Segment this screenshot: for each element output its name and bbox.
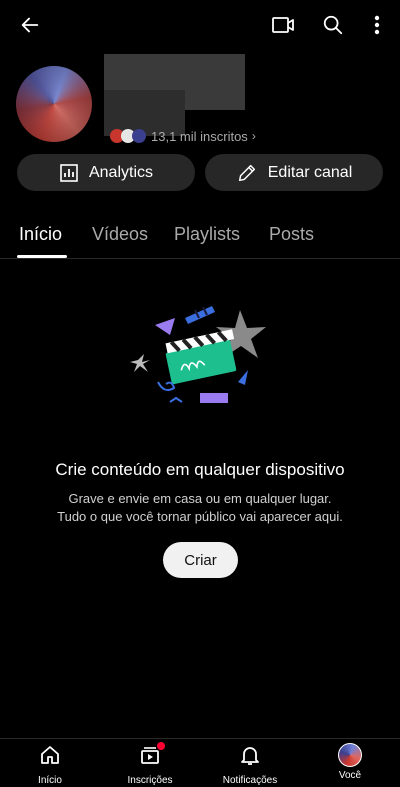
subscriber-avatar: [132, 129, 146, 143]
bell-icon: [238, 743, 262, 772]
chevron-right-icon: ›: [251, 129, 256, 143]
empty-state-description: Grave e envie em casa ou em qualquer lug…: [0, 490, 400, 526]
video-camera-icon[interactable]: [270, 12, 296, 38]
analytics-button[interactable]: Analytics: [17, 154, 195, 191]
pencil-icon: [236, 162, 258, 184]
create-button[interactable]: Criar: [163, 542, 238, 578]
nav-item-label: Notificações: [222, 775, 278, 786]
nav-item-label: Inscrições: [127, 775, 173, 786]
more-vert-icon[interactable]: [364, 12, 390, 38]
top-bar: [0, 0, 400, 50]
empty-state-title: Crie conteúdo em qualquer dispositivo: [55, 460, 345, 479]
subscriber-count: 13,1 mil inscritos: [151, 128, 248, 144]
tab-inicio[interactable]: Início: [19, 224, 62, 245]
edit-channel-label: Editar canal: [267, 163, 353, 181]
search-icon[interactable]: [320, 12, 346, 38]
edit-channel-button[interactable]: Editar canal: [205, 154, 383, 191]
empty-state-line: Grave e envie em casa ou em qualquer lug…: [68, 491, 332, 506]
nav-item-notifications[interactable]: Notificações: [210, 743, 290, 786]
home-icon: [38, 743, 62, 772]
empty-state-line: Tudo o que você tornar público vai apare…: [57, 509, 343, 524]
channel-tabs: Início Vídeos Playlists Posts: [0, 214, 400, 259]
nav-item-home[interactable]: Início: [10, 743, 90, 786]
active-tab-indicator: [17, 255, 67, 258]
nav-item-you[interactable]: Você: [310, 743, 390, 781]
tab-playlists[interactable]: Playlists: [174, 224, 240, 245]
notification-dot: [157, 742, 165, 750]
subscribers-row[interactable]: 13,1 mil inscritos ›: [110, 128, 256, 144]
nav-item-label: Você: [338, 770, 362, 781]
clapperboard-illustration: [130, 300, 275, 415]
tab-videos[interactable]: Vídeos: [92, 224, 148, 245]
channel-avatar[interactable]: [16, 66, 92, 142]
nav-item-label: Início: [38, 775, 62, 786]
bottom-navigation: Início Inscrições Notificações Você: [0, 738, 400, 787]
arrow-back-icon[interactable]: [17, 12, 43, 38]
tab-posts[interactable]: Posts: [269, 224, 314, 245]
analytics-icon: [59, 163, 79, 183]
analytics-label: Analytics: [88, 163, 154, 181]
nav-item-subscriptions[interactable]: Inscrições: [110, 742, 190, 786]
subscriptions-icon: [138, 742, 165, 772]
avatar: [338, 743, 362, 767]
